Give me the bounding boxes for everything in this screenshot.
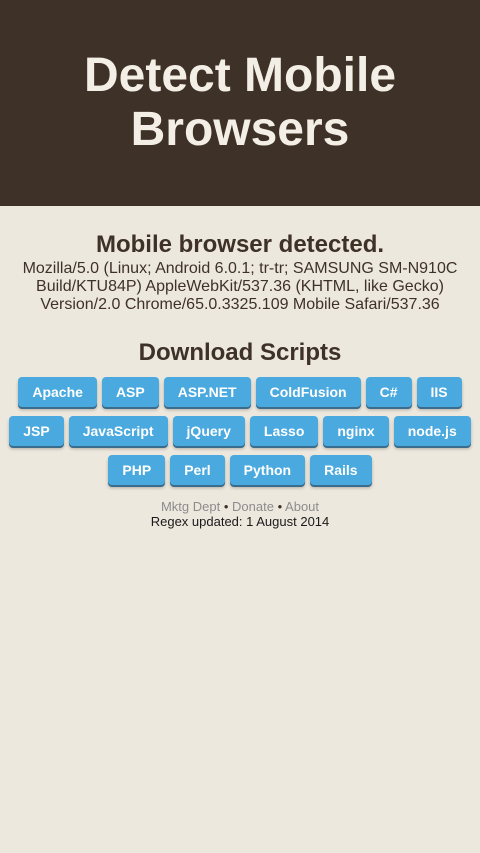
aspnet-button[interactable]: ASP.NET bbox=[163, 377, 251, 407]
download-scripts-heading: Download Scripts bbox=[138, 339, 342, 366]
python-button[interactable]: Python bbox=[229, 455, 306, 485]
script-button-row-2: JSP JavaScript jQuery Lasso nginx node.j… bbox=[0, 416, 480, 446]
about-link[interactable]: About bbox=[285, 499, 319, 514]
nginx-button[interactable]: nginx bbox=[323, 416, 389, 446]
php-button[interactable]: PHP bbox=[108, 455, 166, 485]
user-agent-line3: Version/2.0 Chrome/65.0.3325.109 Mobile … bbox=[40, 296, 440, 313]
csharp-button[interactable]: C# bbox=[365, 377, 412, 407]
mktg-dept-link[interactable]: Mktg Dept bbox=[161, 499, 220, 514]
iis-button[interactable]: IIS bbox=[416, 377, 462, 407]
regex-updated-text: Regex updated: 1 August 2014 bbox=[150, 514, 330, 529]
rails-button[interactable]: Rails bbox=[310, 455, 372, 485]
footer-links: Mktg Dept • Donate • About bbox=[0, 499, 480, 514]
detection-heading: Mobile browser detected. bbox=[95, 231, 385, 258]
javascript-button[interactable]: JavaScript bbox=[68, 416, 168, 446]
site-title-line1: Detect Mobile bbox=[83, 49, 397, 102]
nodejs-button[interactable]: node.js bbox=[393, 416, 471, 446]
perl-button[interactable]: Perl bbox=[170, 455, 225, 485]
footer-separator: • bbox=[277, 499, 283, 514]
apache-button[interactable]: Apache bbox=[18, 377, 97, 407]
footer-separator: • bbox=[223, 499, 229, 514]
jquery-button[interactable]: jQuery bbox=[172, 416, 245, 446]
user-agent-string: Mozilla/5.0 (Linux; Android 6.0.1; tr-tr… bbox=[0, 260, 480, 314]
coldfusion-button[interactable]: ColdFusion bbox=[255, 377, 361, 407]
donate-link[interactable]: Donate bbox=[232, 499, 274, 514]
script-button-row-1: Apache ASP ASP.NET ColdFusion C# IIS bbox=[0, 377, 480, 407]
site-header: Detect Mobile Browsers bbox=[0, 0, 480, 206]
user-agent-line1: Mozilla/5.0 (Linux; Android 6.0.1; tr-tr… bbox=[22, 260, 458, 277]
site-title: Detect Mobile Browsers bbox=[84, 49, 396, 157]
script-button-row-3: PHP Perl Python Rails bbox=[0, 455, 480, 485]
lasso-button[interactable]: Lasso bbox=[249, 416, 319, 446]
site-title-line2: Browsers bbox=[130, 103, 350, 156]
asp-button[interactable]: ASP bbox=[101, 377, 159, 407]
user-agent-line2: Build/KTU84P) AppleWebKit/537.36 (KHTML,… bbox=[36, 278, 444, 295]
jsp-button[interactable]: JSP bbox=[9, 416, 64, 446]
main-content: Mobile browser detected. Mozilla/5.0 (Li… bbox=[0, 230, 480, 529]
